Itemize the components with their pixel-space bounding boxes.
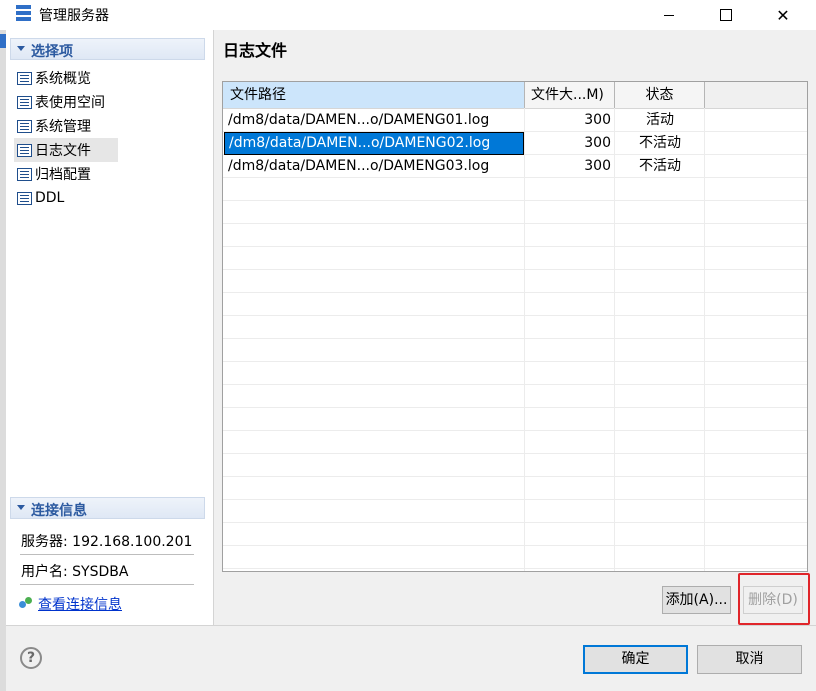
list-icon [17,143,32,157]
minimize-icon [664,14,674,16]
footer-divider [6,625,816,626]
column-header-path[interactable]: 文件路径 [223,82,525,108]
grid-line [223,200,807,201]
nav-item-label: 系统管理 [35,119,91,135]
nav-item-table-space[interactable]: 表使用空间 [14,90,118,114]
nav-item-log-files[interactable]: 日志文件 [14,138,118,162]
maximize-icon [720,9,732,21]
section-title-connection: 连接信息 [31,503,87,519]
nav-item-label: DDL [35,190,65,206]
nav-item-archive-config[interactable]: 归档配置 [14,162,118,186]
nav-item-label: 归档配置 [35,167,91,183]
cell-status: 不活动 [639,158,681,174]
cell-path: /dm8/data/DAMEN...o/DAMENG02.log [224,132,524,155]
app-icon [16,5,31,23]
cell-path: /dm8/data/DAMEN...o/DAMENG01.log [228,112,490,128]
cancel-button[interactable]: 取消 [697,645,802,674]
grid-line [223,384,807,385]
collapse-arrow-icon [17,505,25,510]
ok-button[interactable]: 确定 [583,645,688,674]
nav-list: 系统概览 表使用空间 系统管理 日志文件 归档配置 DDL [14,66,214,210]
add-button[interactable]: 添加(A)... [662,586,731,614]
grid-line [223,568,807,569]
delete-button-highlight [738,573,810,625]
nav-item-system-management[interactable]: 系统管理 [14,114,118,138]
page-title: 日志文件 [223,41,288,60]
grid-line [223,407,807,408]
view-connection-link[interactable]: 查看连接信息 [38,594,122,614]
cell-path: /dm8/data/DAMEN...o/DAMENG03.log [228,158,490,174]
grid-line [223,430,807,431]
section-header-connection[interactable]: 连接信息 [10,497,205,519]
table-header: 文件路径 文件大...M) 状态 [223,82,807,109]
nav-item-label: 系统概览 [35,71,91,87]
server-info: 服务器: 192.168.100.201 [21,534,193,550]
grid-line [223,246,807,247]
table-row[interactable]: /dm8/data/DAMEN...o/DAMENG02.log 300 不活动 [223,132,807,155]
connection-icon [18,597,32,611]
section-header-options[interactable]: 选择项 [10,38,205,60]
grid-line [223,315,807,316]
page-header: 日志文件 [214,30,816,64]
close-icon: ✕ [776,5,790,25]
maximize-button[interactable] [703,0,749,30]
left-panel: 选择项 系统概览 表使用空间 系统管理 日志文件 归档配置 DDL 连接信息 服… [6,30,214,625]
grid-line [223,453,807,454]
list-icon [17,71,32,85]
window-title: 管理服务器 [39,8,109,24]
cell-status: 活动 [646,112,674,128]
grid-line [223,499,807,500]
table-row[interactable]: /dm8/data/DAMEN...o/DAMENG01.log 300 活动 [223,109,807,132]
nav-item-label: 表使用空间 [35,95,105,111]
section-title-options: 选择项 [31,44,73,60]
grid-line [223,269,807,270]
minimize-button[interactable] [646,0,692,30]
nav-item-system-overview[interactable]: 系统概览 [14,66,118,90]
grid-line [223,476,807,477]
view-connection-link-row[interactable]: 查看连接信息 [18,594,122,614]
cell-status: 不活动 [639,135,681,151]
divider [20,554,194,555]
column-header-status[interactable]: 状态 [615,82,705,108]
grid-line [223,338,807,339]
nav-item-ddl[interactable]: DDL [14,186,118,210]
help-icon[interactable]: ? [20,647,42,669]
grid-line [223,361,807,362]
close-button[interactable]: ✕ [760,0,806,30]
column-header-size[interactable]: 文件大...M) [525,82,615,108]
list-icon [17,95,32,109]
cell-size: 300 [584,112,611,128]
grid-line [223,522,807,523]
divider [20,584,194,585]
collapse-arrow-icon [17,46,25,51]
user-info: 用户名: SYSDBA [21,564,129,580]
log-file-table[interactable]: 文件路径 文件大...M) 状态 /dm8/data/DAMEN...o/DAM… [222,81,808,572]
grid-line [223,223,807,224]
title-bar: 管理服务器 ✕ [0,0,816,30]
list-icon [17,167,32,181]
cell-size: 300 [584,135,611,151]
list-icon [17,191,32,205]
grid-line [223,545,807,546]
cell-size: 300 [584,158,611,174]
nav-item-label: 日志文件 [35,143,91,159]
grid-line [223,292,807,293]
table-row[interactable]: /dm8/data/DAMEN...o/DAMENG03.log 300 不活动 [223,155,807,178]
list-icon [17,119,32,133]
